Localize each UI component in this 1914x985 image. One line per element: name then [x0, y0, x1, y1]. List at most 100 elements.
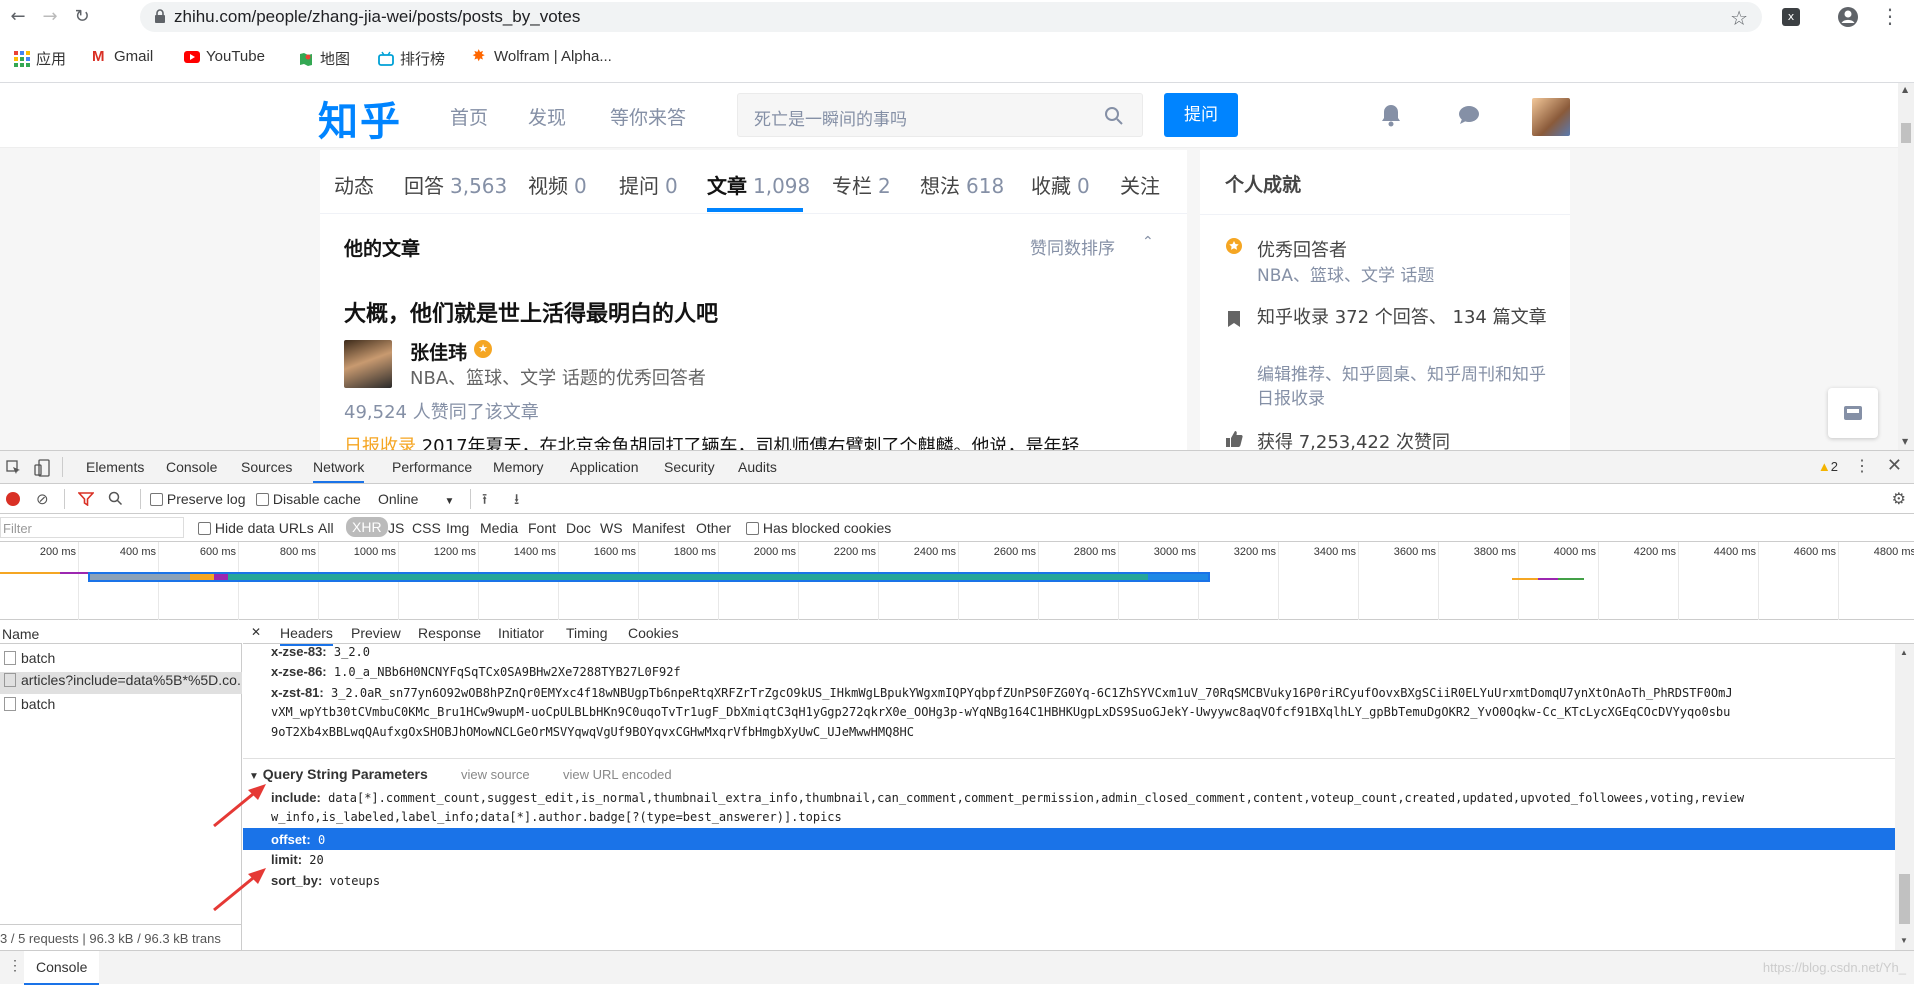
ask-button[interactable]: 提问 [1164, 93, 1238, 137]
query-params-section[interactable]: ▼ Query String Parameters [249, 766, 428, 782]
tab-audits[interactable]: Audits [738, 459, 777, 475]
request-row-selected[interactable]: articles?include=data%5B*%5D.co... [0, 672, 242, 694]
tab-cookies[interactable]: Cookies [628, 625, 679, 641]
param-row-offset[interactable]: offset: 0 [271, 832, 1891, 847]
sort-chevron-icon[interactable]: ⌃ [1142, 234, 1154, 250]
inspect-element-icon[interactable] [6, 460, 22, 476]
view-url-encoded-link[interactable]: view URL encoded [563, 767, 672, 782]
name-column-header[interactable]: Name [0, 620, 242, 644]
scroll-thumb[interactable] [1899, 874, 1910, 924]
close-devtools-icon[interactable]: ✕ [1887, 455, 1902, 476]
bookmark-gmail[interactable]: M Gmail [92, 48, 153, 65]
achievement-sub[interactable]: NBA、篮球、文学 话题 [1257, 264, 1434, 288]
filter-xhr[interactable]: XHR [346, 517, 388, 537]
request-row[interactable]: batch [4, 696, 240, 718]
address-bar[interactable]: zhihu.com/people/zhang-jia-wei/posts/pos… [140, 2, 1762, 32]
filter-img[interactable]: Img [446, 520, 469, 536]
view-source-link[interactable]: view source [461, 767, 530, 782]
filter-js[interactable]: JS [388, 520, 404, 536]
network-timeline[interactable]: 200 ms 400 ms 600 ms 800 ms 1000 ms 1200 ms 14… [0, 542, 1914, 620]
disable-cache-checkbox[interactable]: Disable cache [256, 491, 361, 507]
tab-security[interactable]: Security [664, 459, 715, 475]
nav-home[interactable]: 首页 [450, 103, 488, 130]
filter-css[interactable]: CSS [412, 520, 441, 536]
tab-sources[interactable]: Sources [241, 459, 292, 475]
tab-thoughts[interactable]: 想法 618 [920, 170, 1004, 199]
scroll-down-icon[interactable]: ▼ [1902, 437, 1908, 446]
filter-other[interactable]: Other [696, 520, 731, 536]
nav-waiting[interactable]: 等你来答 [610, 103, 686, 130]
reload-icon[interactable]: ↻ [72, 7, 92, 27]
tab-videos[interactable]: 视频 0 [528, 170, 587, 199]
record-icon[interactable] [6, 492, 20, 506]
tab-preview[interactable]: Preview [351, 625, 401, 641]
close-detail-icon[interactable]: ✕ [251, 625, 261, 639]
tab-network[interactable]: Network [313, 459, 365, 483]
sort-dropdown[interactable]: 赞同数排序 [1030, 234, 1115, 259]
tab-columns[interactable]: 专栏 2 [832, 170, 891, 199]
export-har-icon[interactable]: ⭳ [514, 489, 519, 514]
device-toolbar-icon[interactable] [34, 459, 50, 477]
tab-initiator[interactable]: Initiator [498, 625, 544, 641]
message-icon[interactable] [1456, 102, 1482, 128]
author-avatar[interactable] [344, 340, 392, 388]
nav-discover[interactable]: 发现 [528, 103, 566, 130]
request-row[interactable]: batch [4, 650, 240, 672]
scroll-down-icon[interactable]: ▼ [1900, 936, 1908, 945]
preserve-log-checkbox[interactable]: Preserve log [150, 491, 245, 507]
detail-scrollbar[interactable]: ▲ ▼ [1895, 644, 1914, 950]
tab-performance[interactable]: Performance [392, 459, 472, 475]
forward-icon[interactable]: → [40, 7, 60, 27]
filter-manifest[interactable]: Manifest [632, 520, 685, 536]
tab-headers[interactable]: Headers [280, 625, 333, 646]
tab-timing[interactable]: Timing [566, 625, 608, 641]
bookmark-youtube[interactable]: YouTube [184, 48, 265, 65]
scroll-up-icon[interactable]: ▲ [1902, 85, 1908, 94]
filter-doc[interactable]: Doc [566, 520, 591, 536]
achievement-sub[interactable]: 编辑推荐、知乎圆桌、知乎周刊和知乎日报收录 [1257, 363, 1547, 411]
tab-application[interactable]: Application [570, 459, 639, 475]
filter-all[interactable]: All [318, 520, 334, 536]
author-name[interactable]: 张佳玮 [410, 338, 467, 365]
floating-feedback-button[interactable] [1828, 388, 1878, 438]
tab-questions[interactable]: 提问 0 [619, 170, 678, 199]
tab-elements[interactable]: Elements [86, 459, 144, 475]
filter-icon[interactable] [78, 492, 94, 506]
blocked-cookies-checkbox[interactable]: Has blocked cookies [746, 520, 891, 536]
profile-icon[interactable] [1837, 6, 1859, 28]
back-icon[interactable]: ← [8, 7, 28, 27]
bookmark-star-icon[interactable]: ☆ [1730, 6, 1748, 30]
page-scrollbar[interactable]: ▲ ▼ [1898, 83, 1914, 450]
zhihu-logo[interactable]: 知乎 [318, 89, 402, 147]
warning-counter[interactable]: ▲2 [1818, 459, 1838, 474]
tab-memory[interactable]: Memory [493, 459, 544, 475]
extension-icon[interactable]: x [1782, 8, 1800, 26]
import-har-icon[interactable]: ⭱ [482, 489, 487, 514]
menu-icon[interactable]: ⋮ [1880, 4, 1900, 28]
hide-data-urls-checkbox[interactable]: Hide data URLs [198, 520, 314, 536]
bell-icon[interactable] [1378, 102, 1404, 128]
clear-icon[interactable]: ⊘ [36, 490, 49, 508]
tab-collections[interactable]: 收藏 0 [1031, 170, 1090, 199]
search-icon[interactable] [1104, 106, 1124, 126]
bookmark-maps[interactable]: 地图 [298, 48, 350, 69]
bookmark-ranking[interactable]: 排行榜 [378, 48, 445, 69]
tab-following[interactable]: 关注 [1120, 170, 1160, 199]
filter-ws[interactable]: WS [600, 520, 623, 536]
tab-articles[interactable]: 文章 1,098 [707, 170, 810, 199]
article-excerpt[interactable]: 日报收录 2017年夏天，在北京金鱼胡同打了辆车，司机师傅右臂刺了个麒麟。他说，… [344, 432, 1184, 450]
bookmark-wolfram[interactable]: ✸ Wolfram | Alpha... [472, 48, 612, 65]
bookmark-apps[interactable]: 应用 [14, 48, 66, 69]
tab-response[interactable]: Response [418, 625, 481, 641]
tab-console[interactable]: Console [166, 459, 217, 475]
filter-input[interactable]: Filter [0, 517, 184, 538]
avatar[interactable] [1532, 98, 1570, 136]
drawer-menu-icon[interactable]: ⋮ [8, 957, 22, 974]
article-title[interactable]: 大概，他们就是世上活得最明白的人吧 [344, 296, 718, 328]
tab-activity[interactable]: 动态 [334, 170, 374, 199]
throttling-select[interactable]: Online ▼ [378, 491, 454, 507]
drawer-tab-console[interactable]: Console [24, 951, 100, 985]
filter-media[interactable]: Media [480, 520, 518, 536]
scroll-thumb[interactable] [1901, 123, 1911, 143]
search-icon[interactable] [108, 491, 123, 506]
